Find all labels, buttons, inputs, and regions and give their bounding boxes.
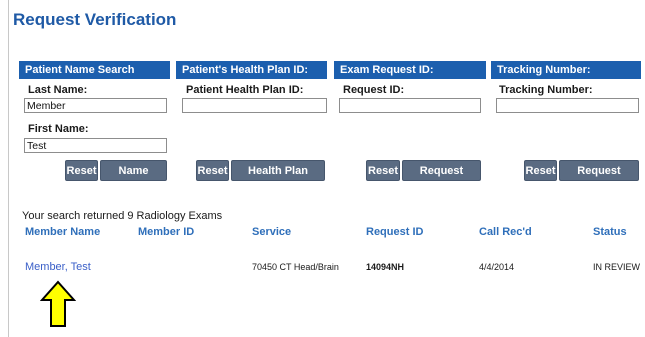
request-id-cell: 14094NH (366, 262, 405, 272)
tracking-number-input[interactable] (496, 98, 639, 113)
column-header-status[interactable]: Status (593, 226, 627, 238)
tracking-number-header: Tracking Number: (491, 61, 641, 79)
patient-name-search-header: Patient Name Search (19, 61, 170, 79)
last-name-label: Last Name: (28, 84, 88, 96)
column-header-call-recd[interactable]: Call Rec'd (479, 226, 532, 238)
tracking-number-label: Tracking Number: (499, 84, 593, 96)
member-name-link[interactable]: Member, Test (25, 261, 91, 273)
health-plan-id-input[interactable] (182, 98, 327, 113)
first-name-input[interactable]: Test (24, 138, 167, 153)
service-cell: 70450 CT Head/Brain (252, 262, 339, 272)
reset-health-plan-button[interactable]: Reset (196, 160, 229, 181)
first-name-label: First Name: (28, 123, 89, 135)
page-title: Request Verification (13, 10, 177, 29)
column-header-request-id[interactable]: Request ID (366, 226, 423, 238)
name-search-button[interactable]: Name Search (100, 160, 167, 198)
reset-name-button[interactable]: Reset (65, 160, 98, 181)
health-plan-id-label: Patient Health Plan ID: (186, 84, 304, 96)
results-summary: Your search returned 9 Radiology Exams (22, 210, 223, 222)
column-header-service[interactable]: Service (252, 226, 291, 238)
health-plan-search-button[interactable]: Health Plan Search (231, 160, 325, 198)
tracking-search-button[interactable]: Request Search (559, 160, 639, 198)
arrow-up-icon (40, 280, 76, 327)
status-cell: IN REVIEW (593, 262, 641, 272)
health-plan-id-header: Patient's Health Plan ID: (176, 61, 327, 79)
request-id-label: Request ID: (343, 84, 405, 96)
exam-request-id-header: Exam Request ID: (334, 61, 486, 79)
column-header-member-id[interactable]: Member ID (138, 226, 194, 238)
column-header-member-name[interactable]: Member Name (25, 226, 100, 238)
call-recd-cell: 4/4/2014 (479, 262, 515, 272)
last-name-input[interactable]: Member (24, 98, 167, 113)
request-search-button[interactable]: Request Search (402, 160, 481, 198)
reset-request-button[interactable]: Reset (366, 160, 400, 181)
request-id-input[interactable] (339, 98, 481, 113)
reset-tracking-button[interactable]: Reset (524, 160, 557, 181)
